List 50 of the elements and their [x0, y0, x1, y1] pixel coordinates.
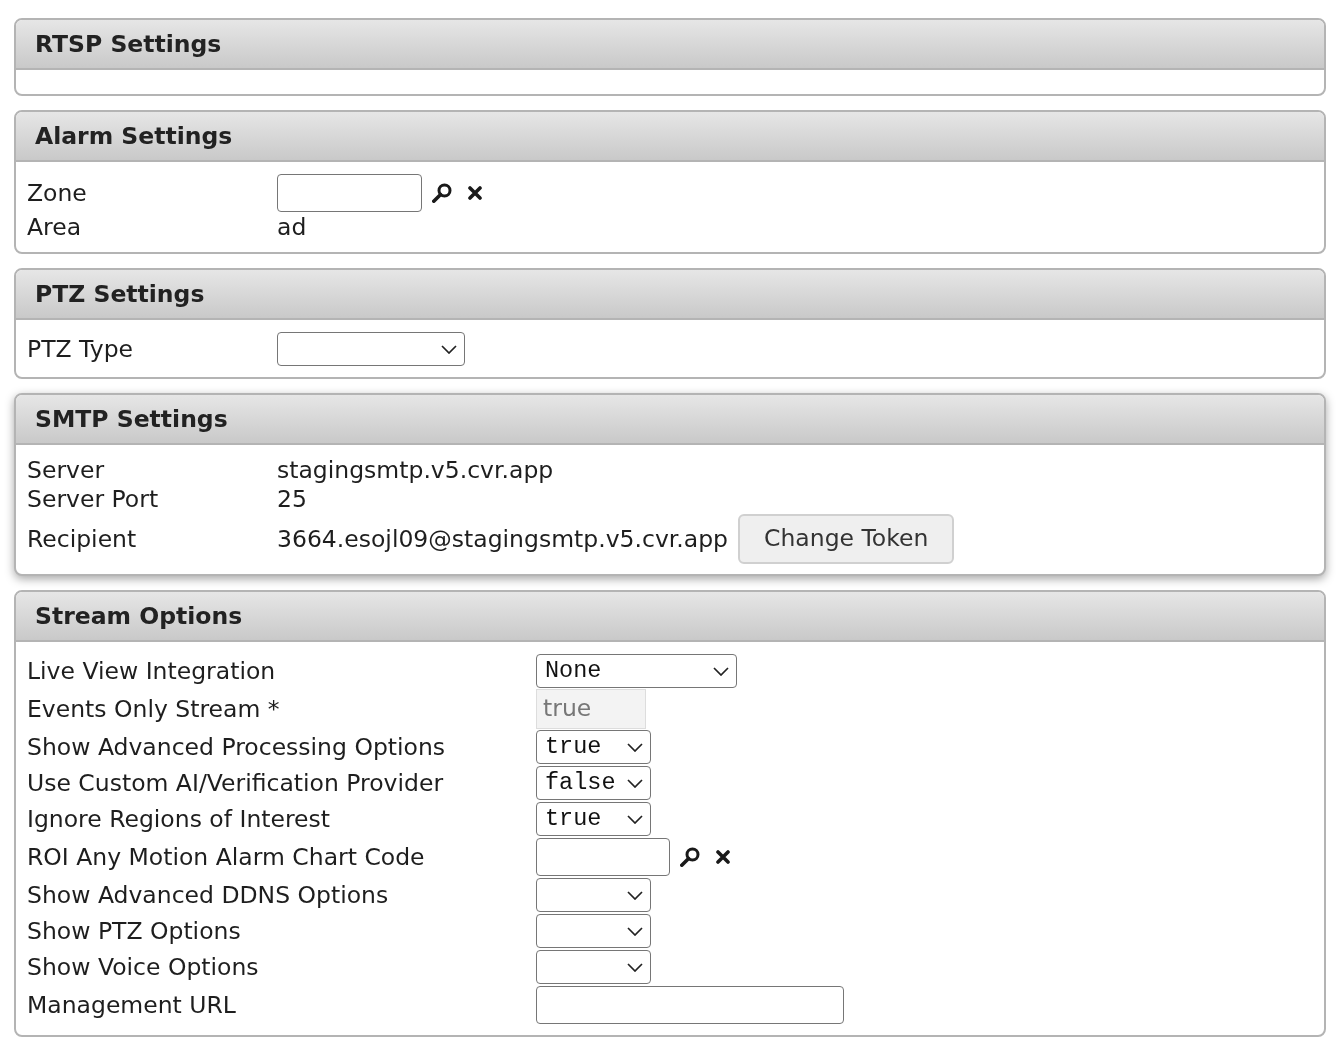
- disabled-field: true: [536, 689, 646, 729]
- field-value: 25: [277, 485, 307, 514]
- search-icon[interactable]: [432, 183, 452, 203]
- field-label: Zone: [27, 178, 88, 208]
- field-label: Show Voice Options: [27, 952, 260, 982]
- panel-title: Stream Options: [35, 601, 243, 631]
- chevron-down-icon: [627, 814, 643, 824]
- field-label: Show PTZ Options: [27, 916, 242, 946]
- field-label: Use Custom AI/Verification Provider: [27, 768, 445, 798]
- field-label: PTZ Type: [27, 334, 135, 364]
- field-label: ROI Any Motion Alarm Chart Code: [27, 842, 426, 872]
- field-value: 3664.esojl09@stagingsmtp.v5.cvr.app: [277, 524, 729, 554]
- dropdown-select[interactable]: None: [536, 654, 737, 688]
- chevron-down-icon: [627, 778, 643, 788]
- field-label: Ignore Regions of Interest: [27, 804, 332, 834]
- chevron-down-icon: [441, 344, 457, 354]
- search-icon[interactable]: [680, 847, 700, 867]
- chevron-down-icon: [627, 926, 643, 936]
- panel-title: PTZ Settings: [35, 279, 205, 309]
- chevron-down-icon: [627, 962, 643, 972]
- field-label: Management URL: [27, 990, 237, 1020]
- clear-icon[interactable]: [716, 850, 730, 864]
- dropdown-select[interactable]: true: [536, 802, 651, 836]
- lookup-input-field[interactable]: [277, 174, 422, 212]
- dropdown-select[interactable]: [536, 914, 651, 948]
- field-label: Events Only Stream *: [27, 694, 281, 724]
- lookup-input-field[interactable]: [536, 838, 670, 876]
- field-label: Server: [27, 456, 106, 485]
- dropdown-select[interactable]: [536, 950, 651, 984]
- field-label: Show Advanced DDNS Options: [27, 880, 390, 910]
- dropdown-select[interactable]: [536, 878, 651, 912]
- change-token-button[interactable]: Change Token: [738, 514, 955, 564]
- panel-title: SMTP Settings: [35, 404, 228, 434]
- field-label: Recipient: [27, 524, 138, 554]
- panel-title: RTSP Settings: [35, 29, 222, 59]
- input-field[interactable]: [536, 986, 844, 1024]
- dropdown-select[interactable]: [277, 332, 465, 366]
- field-label: Server Port: [27, 485, 160, 514]
- field-value: stagingsmtp.v5.cvr.app: [277, 456, 554, 485]
- chevron-down-icon: [627, 742, 643, 752]
- clear-icon[interactable]: [468, 186, 482, 200]
- chevron-down-icon: [627, 890, 643, 900]
- dropdown-select[interactable]: false: [536, 766, 651, 800]
- panel-title: Alarm Settings: [35, 121, 233, 151]
- field-label: Area: [27, 213, 83, 242]
- chevron-down-icon: [713, 666, 729, 676]
- field-label: Live View Integration: [27, 656, 277, 686]
- field-value: ad: [277, 213, 307, 242]
- field-label: Show Advanced Processing Options: [27, 732, 447, 762]
- dropdown-select[interactable]: true: [536, 730, 651, 764]
